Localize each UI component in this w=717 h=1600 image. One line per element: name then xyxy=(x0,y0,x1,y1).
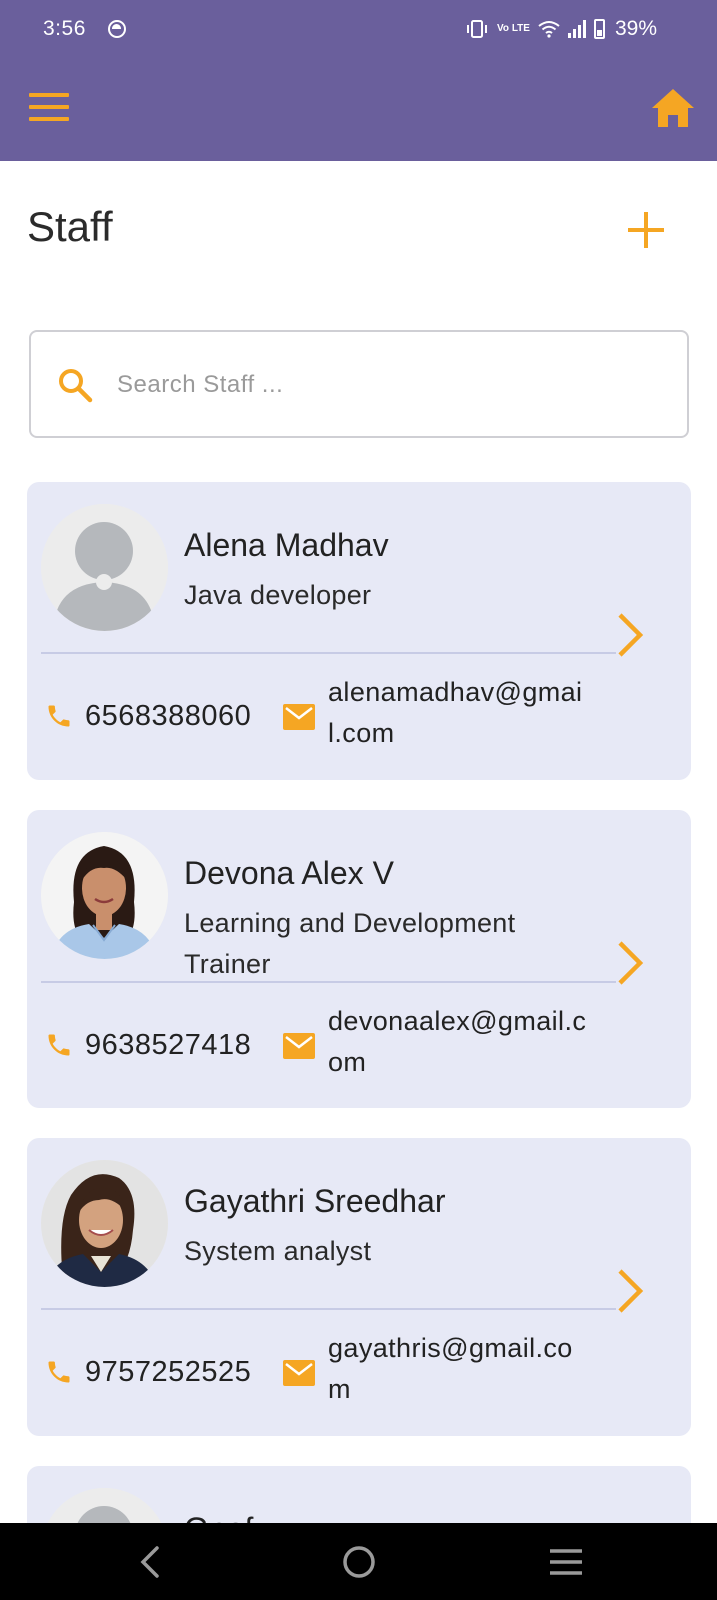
back-icon[interactable] xyxy=(127,1537,177,1587)
phone-icon xyxy=(48,1034,70,1056)
page-title: Staff xyxy=(27,203,113,250)
staff-card[interactable]: Gayathri Sreedhar System analyst 9757252… xyxy=(27,1138,691,1436)
add-staff-button[interactable] xyxy=(628,212,664,248)
hamburger-menu-icon[interactable] xyxy=(29,93,71,123)
search-input[interactable] xyxy=(117,352,657,418)
divider xyxy=(41,981,616,983)
battery-icon xyxy=(593,19,605,39)
staff-email[interactable]: gayathris@gmail.com xyxy=(328,1328,590,1410)
staff-email[interactable]: alenamadhav@gmail.com xyxy=(328,672,590,754)
mail-icon xyxy=(283,704,315,730)
avatar xyxy=(41,832,168,959)
circle-home-icon[interactable] xyxy=(334,1537,384,1587)
default-avatar-icon xyxy=(41,504,168,631)
chevron-right-icon[interactable] xyxy=(612,1266,648,1316)
home-icon[interactable] xyxy=(651,88,695,128)
chevron-right-icon[interactable] xyxy=(612,938,648,988)
staff-name: Devona Alex V xyxy=(184,855,394,891)
mail-icon xyxy=(283,1360,315,1386)
staff-email[interactable]: devonaalex@gmail.com xyxy=(328,1001,590,1083)
app-bar: 3:56 Vo LTE 39% xyxy=(0,0,717,161)
staff-card[interactable]: Devona Alex V Learning and Development T… xyxy=(27,810,691,1108)
profile-photo xyxy=(41,1160,168,1287)
staff-phone[interactable]: 6568388060 xyxy=(85,700,251,733)
staff-role: Learning and Development Trainer xyxy=(184,908,516,979)
sync-icon xyxy=(108,20,126,38)
staff-name: Alena Madhav xyxy=(184,527,389,563)
divider xyxy=(41,652,616,654)
system-nav-bar xyxy=(0,1523,717,1600)
avatar xyxy=(41,1160,168,1287)
recents-icon[interactable] xyxy=(541,1537,591,1587)
avatar xyxy=(41,504,168,631)
phone-icon xyxy=(48,1361,70,1383)
vibrate-icon xyxy=(467,20,487,38)
staff-card[interactable]: Alena Madhav Java developer 6568388060 a… xyxy=(27,482,691,780)
signal-icon xyxy=(567,20,586,38)
status-icons: Vo LTE 39% xyxy=(465,17,657,41)
battery-percent: 39% xyxy=(614,17,657,40)
volte-label: Vo LTE xyxy=(497,23,530,34)
profile-photo xyxy=(41,832,168,959)
phone-icon xyxy=(48,705,70,727)
staff-phone[interactable]: 9638527418 xyxy=(85,1029,251,1062)
search-icon xyxy=(59,369,93,403)
search-box[interactable] xyxy=(29,330,689,438)
staff-phone[interactable]: 9757252525 xyxy=(85,1356,251,1389)
mail-icon xyxy=(283,1033,315,1059)
staff-name: Gayathri Sreedhar xyxy=(184,1183,446,1219)
status-time: 3:56 xyxy=(43,17,86,40)
staff-role: Java developer xyxy=(184,580,372,610)
wifi-icon xyxy=(538,21,560,38)
divider xyxy=(41,1308,616,1310)
chevron-right-icon[interactable] xyxy=(612,610,648,660)
staff-role: System analyst xyxy=(184,1236,372,1266)
status-bar: 3:56 Vo LTE 39% xyxy=(0,0,717,60)
